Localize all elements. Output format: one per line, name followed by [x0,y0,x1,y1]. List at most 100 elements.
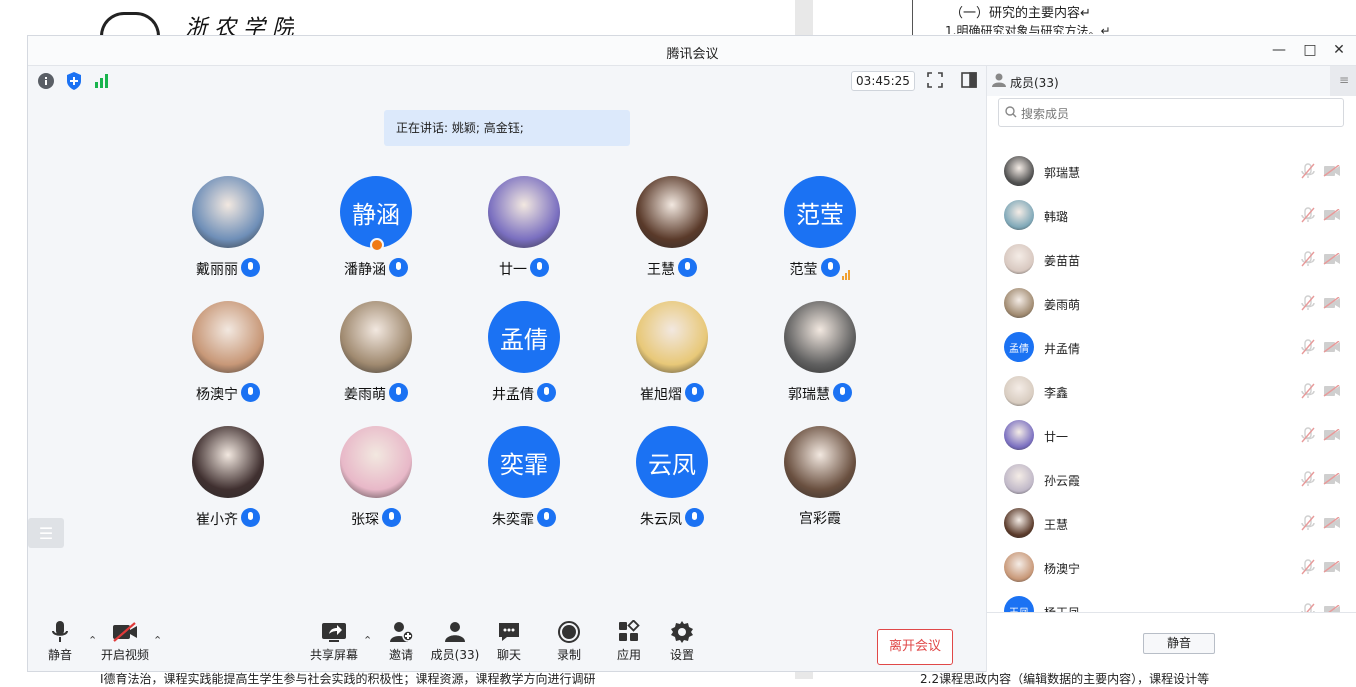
member-name: 廿一 [1044,430,1069,444]
member-row[interactable]: 李鑫 [987,372,1356,416]
participant-tile[interactable]: 郭瑞慧 [750,301,890,411]
settings-button[interactable]: 设置 [652,620,712,663]
participant-tile[interactable]: 孟倩 井孟倩 [454,301,594,411]
camera-off-icon[interactable] [1323,208,1341,224]
camera-off-icon[interactable] [1323,340,1341,356]
share-screen-label: 共享屏幕 [309,648,358,662]
mic-on-icon [685,508,704,527]
camera-off-icon[interactable] [1323,560,1341,576]
maximize-icon[interactable]: □ [1300,42,1320,58]
camera-off-icon[interactable] [1323,384,1341,400]
member-name: 孙云霞 [1044,474,1081,488]
video-options-chevron-icon[interactable]: ⌃ [153,634,162,647]
camera-off-icon[interactable] [1323,428,1341,444]
member-row[interactable]: 杨澳宁 [987,548,1356,592]
mic-on-icon [382,508,401,527]
mic-on-icon [389,258,408,277]
participant-tile[interactable]: 宫彩霞 [750,426,890,536]
camera-off-icon[interactable] [1323,516,1341,532]
panel-menu-icon[interactable]: ≡ [1330,66,1356,96]
member-row[interactable]: 姜雨萌 [987,284,1356,328]
security-shield-icon[interactable] [65,71,83,91]
mic-muted-icon[interactable] [1300,559,1316,578]
camera-off-icon[interactable] [1323,252,1341,268]
apps-label: 应用 [616,648,641,662]
chat-label: 聊天 [496,648,521,662]
mic-muted-icon[interactable] [1300,383,1316,402]
mic-muted-icon[interactable] [1300,295,1316,314]
member-row[interactable]: 姜苗苗 [987,240,1356,284]
members-button[interactable]: 成员(33) [425,620,485,663]
window-title: 腾讯会议 [666,47,719,62]
mic-on-icon [820,258,840,277]
camera-off-icon[interactable] [1323,164,1341,180]
school-logo-text: 浙 农 学 院 [185,16,294,35]
participant-avatar [636,176,708,248]
participant-name: 杨澳宁 [196,387,238,403]
info-icon[interactable] [37,72,55,90]
search-icon [1005,106,1017,118]
member-list[interactable]: 郭瑞慧韩璐姜苗苗姜雨萌孟倩井孟倩李鑫廿一孙云霞王慧杨澳宁玉凤杨玉凤 [987,152,1356,638]
mic-muted-icon[interactable] [1300,251,1316,270]
host-badge-icon [370,238,384,252]
mic-on-icon [241,383,260,402]
participant-tile[interactable]: 范莹 范莹 [750,176,890,286]
mic-muted-icon[interactable] [1300,427,1316,446]
record-button[interactable]: 录制 [539,620,599,663]
participant-tile[interactable]: 戴丽丽 [158,176,298,286]
participant-tile[interactable]: 杨澳宁 [158,301,298,411]
mute-all-button[interactable]: 静音 [1143,633,1215,654]
mic-muted-icon[interactable] [1300,471,1316,490]
participant-tile[interactable]: 奕霏 朱奕霏 [454,426,594,536]
layout-toggle-icon[interactable] [961,72,977,88]
mic-muted-icon[interactable] [1300,163,1316,182]
network-signal-icon[interactable] [94,73,110,89]
invite-button[interactable]: 邀请 [371,620,431,663]
participant-name-row: 潘静涵 [306,258,446,279]
chat-button[interactable]: 聊天 [479,620,539,663]
member-avatar: 孟倩 [1004,332,1034,362]
camera-off-icon[interactable] [1323,296,1341,312]
participant-avatar [784,426,856,498]
participant-avatar [784,301,856,373]
side-list-icon[interactable]: ☰ [28,518,64,548]
doc-heading: （一）研究的主要内容↵ [950,6,1091,21]
member-name: 井孟倩 [1044,342,1081,356]
camera-off-icon[interactable] [1323,472,1341,488]
participant-name-row: 朱奕霏 [454,508,594,529]
mic-muted-icon[interactable] [1300,339,1316,358]
apps-button[interactable]: 应用 [599,620,659,663]
fullscreen-icon[interactable] [927,72,943,88]
participant-tile[interactable]: 姜雨萌 [306,301,446,411]
leave-meeting-button[interactable]: 离开会议 [877,629,953,665]
share-screen-button[interactable]: 共享屏幕 [304,620,364,663]
participant-tile[interactable]: 廿一 [454,176,594,286]
mic-muted-icon[interactable] [1300,515,1316,534]
member-row[interactable]: 孟倩 井孟倩 [987,328,1356,372]
member-row[interactable]: 郭瑞慧 [987,152,1356,196]
member-row[interactable]: 王慧 [987,504,1356,548]
participant-tile[interactable]: 云凤 朱云凤 [602,426,742,536]
participant-tile[interactable]: 静涵 潘静涵 [306,176,446,286]
member-row[interactable]: 孙云霞 [987,460,1356,504]
member-name: 韩璐 [1044,210,1069,224]
participant-tile[interactable]: 王慧 [602,176,742,286]
participant-name: 潘静涵 [344,262,386,278]
minimize-icon[interactable]: — [1269,42,1289,58]
close-icon[interactable]: ✕ [1329,42,1349,58]
mute-button[interactable]: 静音 [30,620,90,663]
record-label: 录制 [556,648,581,662]
member-name: 姜雨萌 [1044,298,1081,312]
participant-tile[interactable]: 崔小齐 [158,426,298,536]
members-label: 成员(33) [430,648,480,662]
member-row[interactable]: 韩璐 [987,196,1356,240]
participant-tile[interactable]: 崔旭熠 [602,301,742,411]
mic-muted-icon[interactable] [1300,207,1316,226]
participant-name: 朱云凤 [640,512,682,528]
member-row[interactable]: 廿一 [987,416,1356,460]
video-button[interactable]: 开启视频 [95,620,155,663]
participant-tile[interactable]: 张琛 [306,426,446,536]
member-search-input[interactable]: 搜索成员 [998,98,1344,127]
audio-level-icon [841,264,851,280]
participant-avatar [636,301,708,373]
